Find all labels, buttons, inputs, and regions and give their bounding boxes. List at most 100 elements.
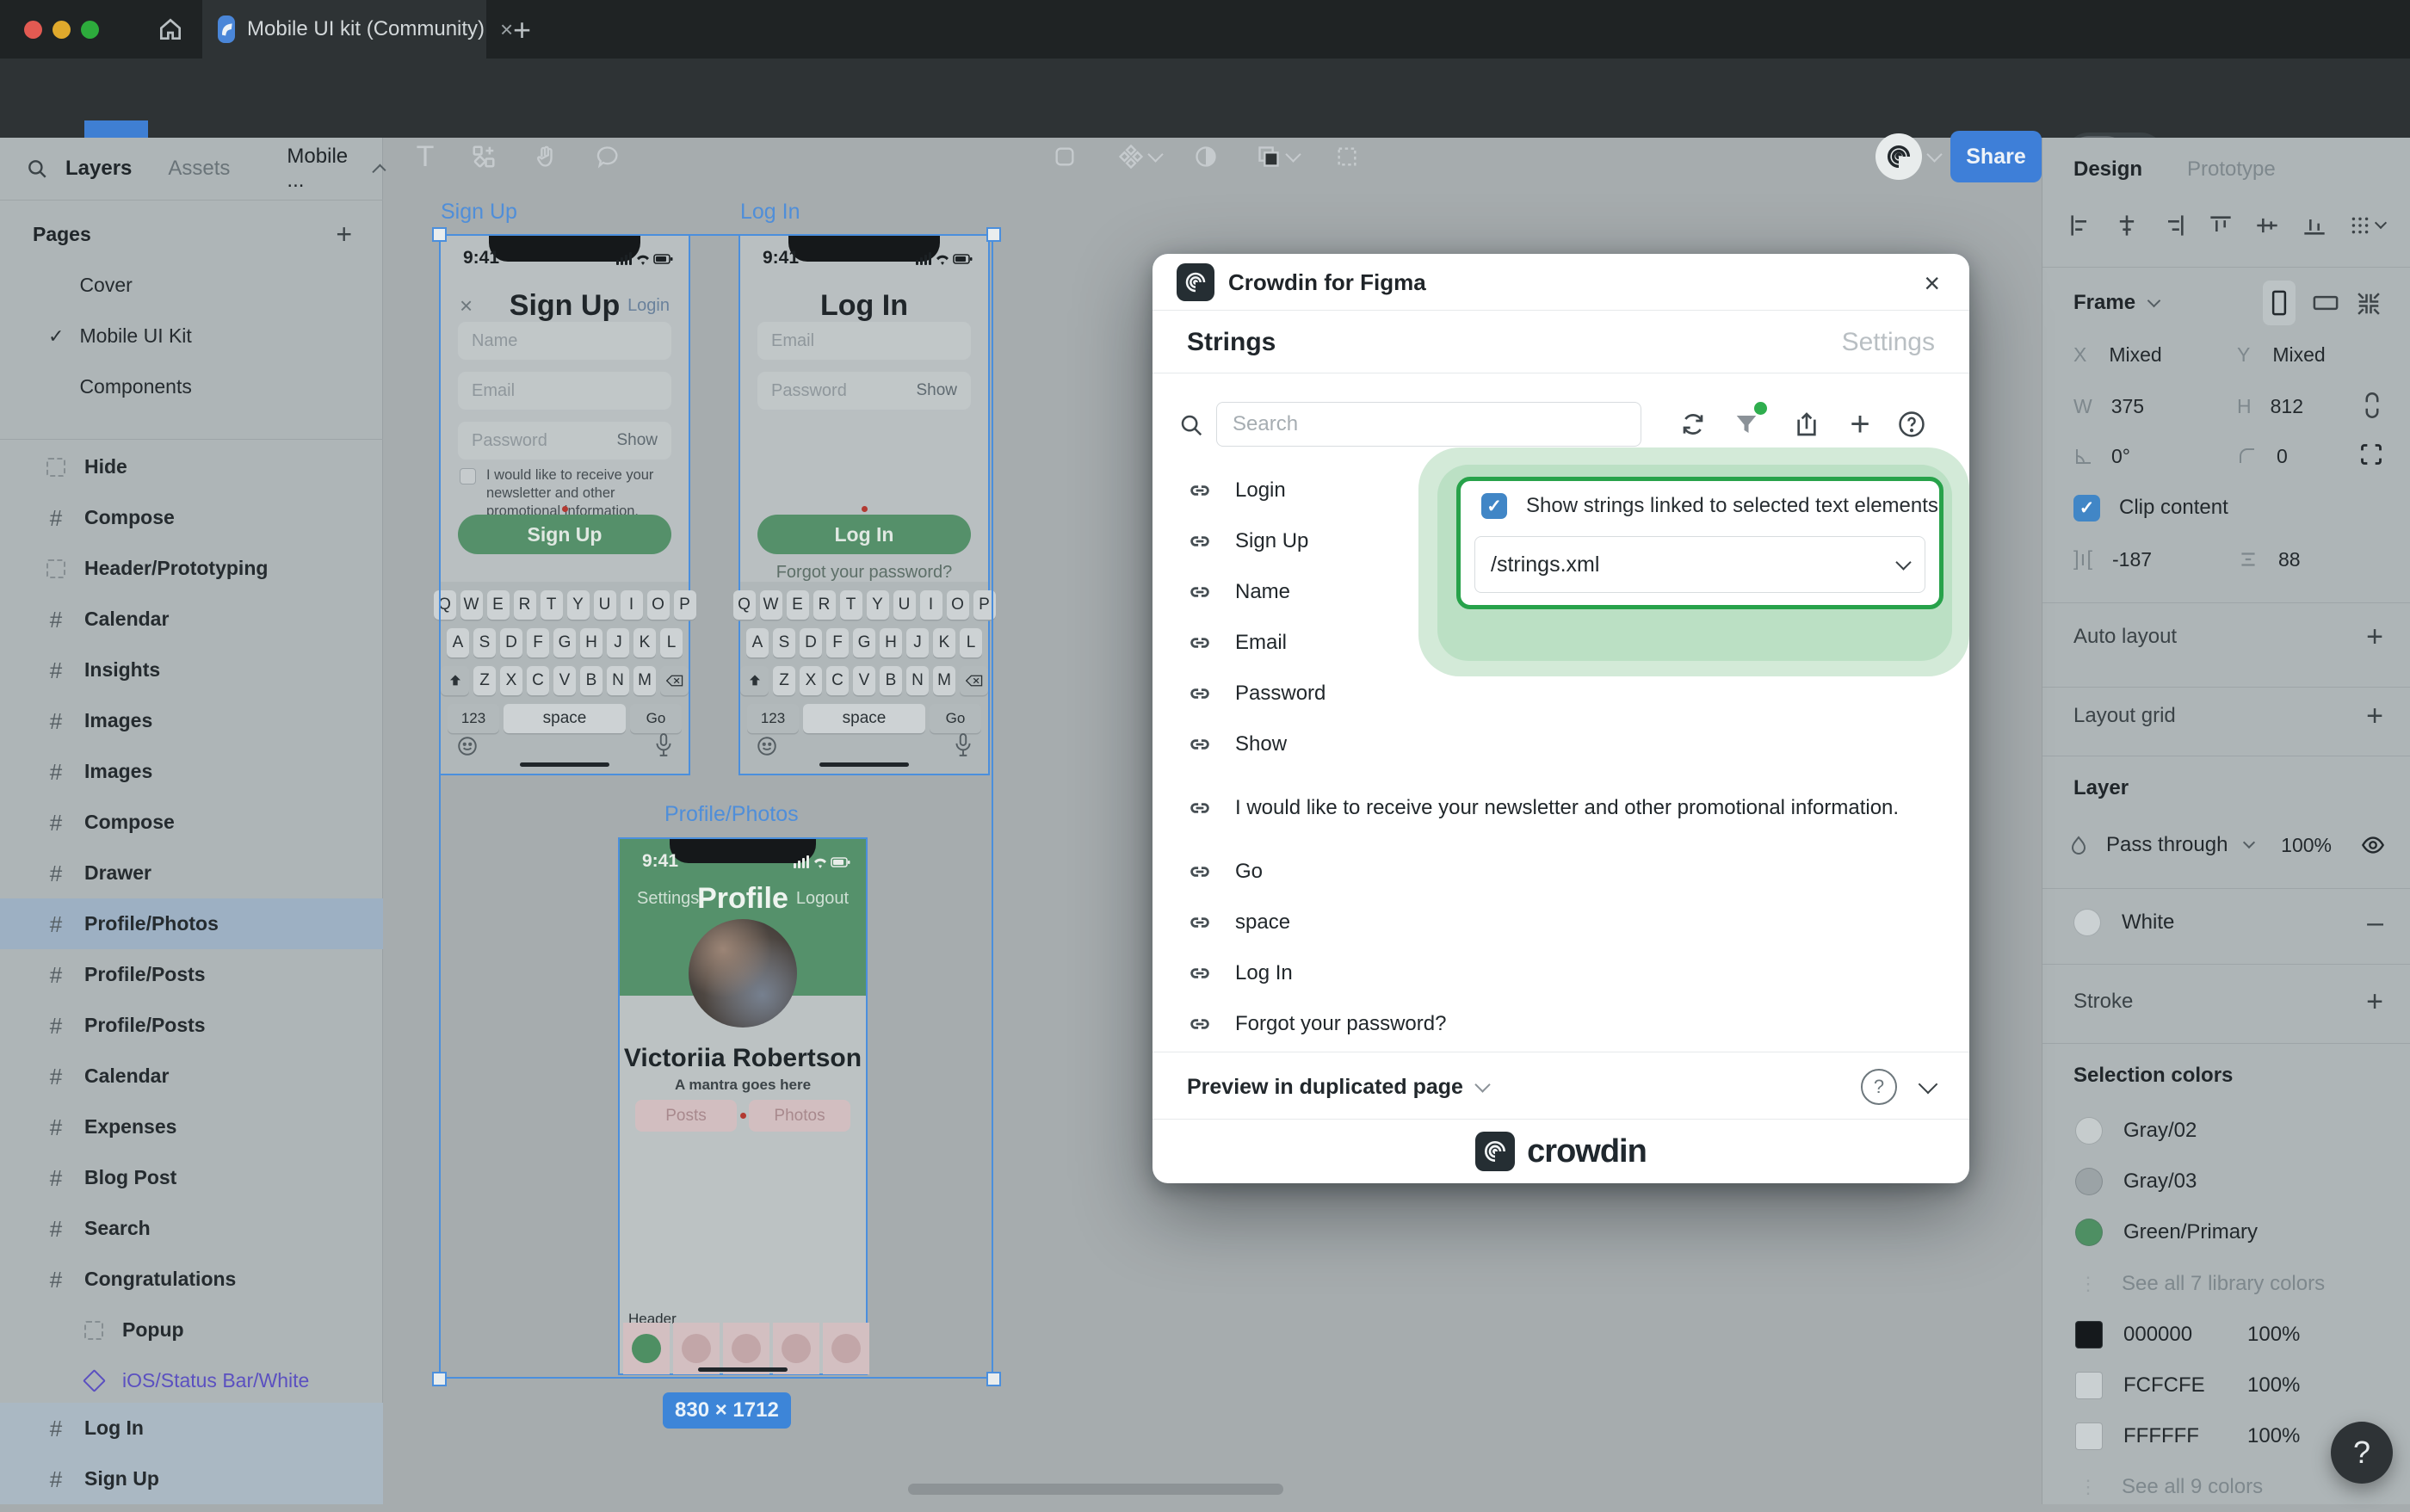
- selection-color-row[interactable]: Gray/02: [2042, 1105, 2410, 1156]
- photo-thumbnail[interactable]: [773, 1323, 819, 1374]
- key[interactable]: R: [813, 590, 836, 620]
- emoji-key[interactable]: [456, 735, 479, 757]
- consent-checkbox[interactable]: [460, 468, 476, 484]
- align-vertical-center-icon[interactable]: [2255, 213, 2279, 238]
- key[interactable]: T: [840, 590, 862, 620]
- show-linked-checkbox[interactable]: ✓: [1481, 493, 1507, 519]
- independent-corners-icon[interactable]: [2359, 442, 2383, 466]
- key[interactable]: Z: [473, 666, 496, 695]
- vertical-spacing-value[interactable]: 88: [2278, 548, 2301, 571]
- corner-radius-value[interactable]: 0: [2277, 445, 2288, 468]
- shift-key[interactable]: [441, 666, 469, 695]
- photo-thumbnail[interactable]: [823, 1323, 869, 1374]
- layer-row[interactable]: # Drawer: [0, 848, 383, 898]
- key[interactable]: H: [580, 628, 602, 657]
- tab-assets[interactable]: Assets: [168, 157, 230, 181]
- selection-handle[interactable]: [986, 227, 1001, 242]
- key[interactable]: P: [973, 590, 996, 620]
- backspace-key[interactable]: [960, 666, 988, 695]
- landscape-orientation-button[interactable]: [2306, 281, 2345, 325]
- key[interactable]: M: [933, 666, 955, 695]
- screen-title[interactable]: Log In: [740, 289, 988, 323]
- preview-help-icon[interactable]: ?: [1861, 1069, 1897, 1105]
- numbers-key[interactable]: 123: [747, 704, 799, 733]
- maximize-window-button[interactable]: [81, 21, 99, 39]
- key[interactable]: G: [553, 628, 576, 657]
- email-field[interactable]: Email: [458, 372, 671, 410]
- name-field[interactable]: Name: [458, 322, 671, 360]
- layer-row[interactable]: # Compose: [0, 797, 383, 848]
- page-row[interactable]: ✓ Mobile UI Kit: [0, 311, 383, 361]
- x-value[interactable]: Mixed: [2109, 343, 2161, 367]
- key[interactable]: K: [933, 628, 955, 657]
- color-swatch[interactable]: [2075, 1168, 2103, 1195]
- preview-label[interactable]: Preview in duplicated page: [1187, 1075, 1463, 1100]
- key[interactable]: A: [746, 628, 769, 657]
- layer-row[interactable]: # Profile/Posts: [0, 949, 383, 1000]
- avatar[interactable]: [689, 919, 797, 1028]
- key[interactable]: F: [826, 628, 849, 657]
- horizontal-spacing-value[interactable]: -187: [2112, 548, 2152, 571]
- backspace-key[interactable]: [660, 666, 689, 695]
- login-link[interactable]: Login: [627, 296, 670, 316]
- help-button[interactable]: ?: [2331, 1422, 2393, 1484]
- tab-posts[interactable]: Posts: [635, 1100, 737, 1132]
- library-label[interactable]: Mobile ...: [287, 145, 351, 193]
- key[interactable]: Z: [773, 666, 795, 695]
- color-swatch[interactable]: [2075, 1423, 2103, 1450]
- selection-color-row[interactable]: 000000 100%: [2042, 1309, 2410, 1360]
- key[interactable]: F: [527, 628, 549, 657]
- key[interactable]: Y: [567, 590, 590, 620]
- key[interactable]: P: [674, 590, 696, 620]
- clip-content-checkbox[interactable]: ✓: [2073, 495, 2100, 521]
- key[interactable]: X: [500, 666, 522, 695]
- layer-row[interactable]: # Log In: [0, 1403, 383, 1453]
- tab-layers[interactable]: Layers: [65, 157, 132, 181]
- page-row[interactable]: ✓ Components: [0, 361, 383, 412]
- tab-photos[interactable]: Photos: [749, 1100, 850, 1132]
- rotation-value[interactable]: 0°: [2111, 445, 2130, 468]
- add-string-button[interactable]: +: [1838, 402, 1882, 447]
- key[interactable]: B: [880, 666, 902, 695]
- key[interactable]: V: [553, 666, 576, 695]
- add-auto-layout-button[interactable]: +: [2366, 620, 2383, 654]
- layer-row[interactable]: # Search: [0, 1203, 383, 1254]
- profile-name[interactable]: Victoriia Robertson: [620, 1044, 866, 1073]
- portrait-orientation-button[interactable]: [2263, 281, 2296, 325]
- search-input[interactable]: [1216, 402, 1641, 447]
- emoji-key[interactable]: [756, 735, 778, 757]
- layer-row[interactable]: # Calendar: [0, 594, 383, 645]
- layer-row[interactable]: # Profile/Photos: [0, 898, 383, 949]
- selection-handle[interactable]: [986, 1372, 1001, 1386]
- layer-row[interactable]: # Images: [0, 695, 383, 746]
- close-window-button[interactable]: [24, 21, 42, 39]
- y-value[interactable]: Mixed: [2272, 343, 2325, 367]
- key[interactable]: Y: [867, 590, 889, 620]
- layer-row[interactable]: # Blog Post: [0, 1152, 383, 1203]
- key[interactable]: E: [787, 590, 809, 620]
- layer-row[interactable]: # Insights: [0, 645, 383, 695]
- opacity-value[interactable]: 100%: [2281, 834, 2332, 857]
- string-row[interactable]: Show: [1152, 719, 1969, 769]
- tab-design[interactable]: Design: [2073, 157, 2142, 182]
- layer-row[interactable]: # Expenses: [0, 1102, 383, 1152]
- tidy-up-icon[interactable]: [2349, 214, 2385, 237]
- layer-row[interactable]: # Header/Prototyping: [0, 543, 383, 594]
- minimize-window-button[interactable]: [53, 21, 71, 39]
- filter-icon[interactable]: [1724, 402, 1769, 447]
- key[interactable]: Q: [733, 590, 756, 620]
- profile-title[interactable]: Profile: [620, 882, 866, 916]
- see-library-colors-link[interactable]: See all 7 library colors: [2122, 1272, 2325, 1296]
- password-field[interactable]: Password Show: [757, 372, 971, 410]
- selection-color-row[interactable]: Green/Primary: [2042, 1207, 2410, 1257]
- frame-label-log-in[interactable]: Log In: [740, 200, 800, 225]
- file-select[interactable]: /strings.xml: [1474, 536, 1925, 593]
- password-field[interactable]: Password Show: [458, 422, 671, 460]
- key[interactable]: O: [647, 590, 670, 620]
- remove-fill-button[interactable]: –: [2367, 906, 2383, 940]
- key[interactable]: M: [633, 666, 656, 695]
- layer-row[interactable]: # iOS/Status Bar/White: [0, 1355, 383, 1406]
- sign-up-button[interactable]: Sign Up: [458, 515, 671, 554]
- align-horizontal-center-icon[interactable]: [2115, 213, 2139, 238]
- key[interactable]: W: [460, 590, 483, 620]
